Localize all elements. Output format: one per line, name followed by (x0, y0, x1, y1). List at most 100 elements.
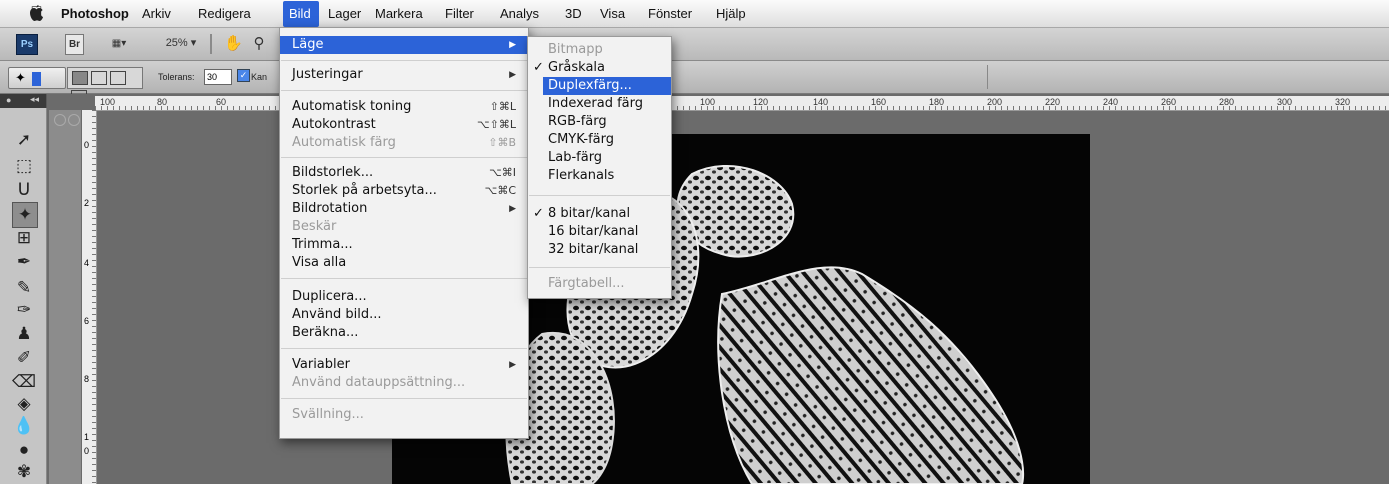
menu-item-label: Variabler (292, 357, 350, 372)
menu-bild[interactable]: Bild (289, 6, 311, 21)
menu-item-label: Justeringar (292, 67, 363, 82)
move-tool-icon[interactable]: ➚ (12, 128, 36, 152)
lage-submenu: Bitmapp ✓ Gråskala Duplexfärg... Indexera… (527, 36, 672, 299)
tools-panel-header[interactable]: ● ◂◂ (0, 94, 46, 108)
menu-separator (281, 157, 527, 158)
menu-item-label: Använd datauppsättning... (292, 375, 466, 390)
submenu-item-lab-farg[interactable]: Lab-färg (528, 149, 671, 167)
menu-item-lage[interactable]: Läge ▶ (280, 36, 528, 54)
submenu-item-indexerad-farg[interactable]: Indexerad färg (528, 95, 671, 113)
menu-fonster[interactable]: Fönster (648, 6, 692, 21)
submenu-item-rgb-farg[interactable]: RGB-färg (528, 113, 671, 131)
menu-item-bildstorlek[interactable]: Bildstorlek... ⌥⌘I (280, 164, 528, 182)
menu-item-shortcut: ⌥⇧⌘L (476, 118, 516, 131)
ruler-tick: 8 (84, 374, 90, 384)
submenu-item-label: 16 bitar/kanal (548, 224, 639, 239)
view-extras-button[interactable]: ▦▾ (104, 34, 134, 53)
menu-separator (529, 195, 670, 196)
antialias-label: Kan (251, 72, 268, 82)
menu-item-trimma[interactable]: Trimma... (280, 236, 528, 254)
menu-hjalp[interactable]: Hjälp (716, 6, 746, 21)
submenu-item-bitmapp: Bitmapp (528, 41, 671, 59)
eraser-tool-icon[interactable]: ⌫ (12, 370, 36, 394)
blur-tool-icon[interactable]: 💧 (12, 414, 36, 438)
crop-tool-icon[interactable]: ⊞ (12, 226, 36, 250)
menu-item-beskar: Beskär (280, 218, 528, 236)
menu-app-name[interactable]: Photoshop (61, 6, 129, 21)
divider (987, 65, 988, 89)
menu-item-label: Duplicera... (292, 289, 367, 304)
submenu-item-label: 8 bitar/kanal (548, 206, 631, 221)
submenu-arrow-icon: ▶ (509, 204, 516, 214)
bridge-button[interactable]: Br (65, 34, 84, 55)
magic-wand-tool-icon[interactable]: ✦ (12, 202, 38, 228)
healing-brush-tool-icon[interactable]: ✎ (12, 276, 36, 300)
clone-stamp-tool-icon[interactable]: ♟ (12, 322, 36, 346)
background-document-window (49, 110, 81, 484)
ruler-vertical: 0 2 4 6 8 1 0 (82, 110, 97, 484)
bild-menu: Läge ▶ Justeringar ▶ Automatisk toning ⇧⌘L … (279, 27, 529, 439)
menu-item-label: Automatisk toning (292, 99, 412, 114)
lasso-tool-icon[interactable]: ᑌ (12, 178, 36, 202)
antialias-checkbox[interactable]: ✓ (237, 69, 250, 82)
menu-item-label: Storlek på arbetsyta... (292, 183, 437, 198)
submenu-item-32-bitar[interactable]: 32 bitar/kanal (528, 241, 671, 259)
menu-item-label: Beskär (292, 219, 337, 234)
menu-filter[interactable]: Filter (445, 6, 474, 21)
marquee-tool-icon[interactable]: ⬚ (12, 154, 36, 178)
menu-item-label: Automatisk färg (292, 135, 396, 150)
zoom-level: 25% (165, 37, 188, 49)
menu-lager[interactable]: Lager (328, 6, 361, 21)
submenu-item-label: Duplexfärg... (548, 78, 632, 93)
eyedropper-tool-icon[interactable]: ✒ (12, 250, 36, 274)
submenu-item-fargtabell: Färgtabell... (528, 275, 671, 293)
menu-arkiv[interactable]: Arkiv (142, 6, 171, 21)
menu-item-shortcut: ⇧⌘L (489, 100, 516, 113)
menu-item-visa-alla[interactable]: Visa alla (280, 254, 528, 272)
checkmark-icon: ✓ (533, 206, 544, 221)
menu-visa[interactable]: Visa (600, 6, 625, 21)
zoom-dropdown[interactable]: 25% ▾ (156, 34, 206, 53)
ruler-ticks (92, 110, 96, 484)
menu-item-label: Beräkna... (292, 325, 359, 340)
ruler-tick: 0 (84, 446, 90, 456)
submenu-item-cmyk-farg[interactable]: CMYK-färg (528, 131, 671, 149)
menu-item-automatisk-toning[interactable]: Automatisk toning ⇧⌘L (280, 98, 528, 116)
menu-item-anvand-bild[interactable]: Använd bild... (280, 306, 528, 324)
history-brush-tool-icon[interactable]: ✐ (12, 346, 36, 370)
submenu-item-label: 32 bitar/kanal (548, 242, 639, 257)
tolerance-input[interactable]: 30 (204, 69, 232, 85)
submenu-item-label: RGB-färg (548, 114, 607, 129)
zoom-tool-icon[interactable]: ⚲ (250, 34, 268, 53)
paint-bucket-tool-icon[interactable]: ◈ (12, 392, 36, 416)
menu-item-label: Bildrotation (292, 201, 368, 216)
menu-item-berakna[interactable]: Beräkna... (280, 324, 528, 342)
ruler-tick: 6 (84, 316, 90, 326)
menu-item-duplicera[interactable]: Duplicera... (280, 288, 528, 306)
submenu-item-label: Färgtabell... (548, 276, 625, 291)
menu-redigera[interactable]: Redigera (198, 6, 251, 21)
submenu-item-graskala[interactable]: ✓ Gråskala (528, 59, 671, 77)
menu-item-bildrotation[interactable]: Bildrotation ▶ (280, 200, 528, 218)
submenu-item-duplexfarg[interactable]: Duplexfärg... (543, 77, 671, 95)
menu-item-storlek-pa-arbetsyta[interactable]: Storlek på arbetsyta... ⌥⌘C (280, 182, 528, 200)
apple-logo-icon[interactable] (28, 5, 44, 22)
menu-analys[interactable]: Analys (500, 6, 539, 21)
brush-tool-icon[interactable]: ✑ (12, 298, 36, 322)
hand-tool-icon[interactable]: ✋ (224, 34, 243, 53)
menu-item-justeringar[interactable]: Justeringar ▶ (280, 66, 528, 84)
tool-preset-picker[interactable]: ✦ (8, 67, 66, 89)
submenu-item-flerkanals[interactable]: Flerkanals (528, 167, 671, 185)
submenu-item-8-bitar[interactable]: ✓ 8 bitar/kanal (528, 205, 671, 223)
selection-mode-buttons[interactable] (67, 67, 143, 104)
submenu-item-16-bitar[interactable]: 16 bitar/kanal (528, 223, 671, 241)
menu-3d[interactable]: 3D (565, 6, 582, 21)
menu-markera[interactable]: Markera (375, 6, 423, 21)
pen-tool-icon[interactable]: ✾ (12, 460, 36, 484)
menu-item-shortcut: ⌥⌘I (489, 166, 516, 179)
menu-item-autokontrast[interactable]: Autokontrast ⌥⇧⌘L (280, 116, 528, 134)
submenu-arrow-icon: ▶ (509, 360, 516, 370)
menu-item-variabler[interactable]: Variabler ▶ (280, 356, 528, 374)
menu-item-shortcut: ⌥⌘C (484, 184, 516, 197)
dodge-tool-icon[interactable]: ● (12, 438, 36, 462)
